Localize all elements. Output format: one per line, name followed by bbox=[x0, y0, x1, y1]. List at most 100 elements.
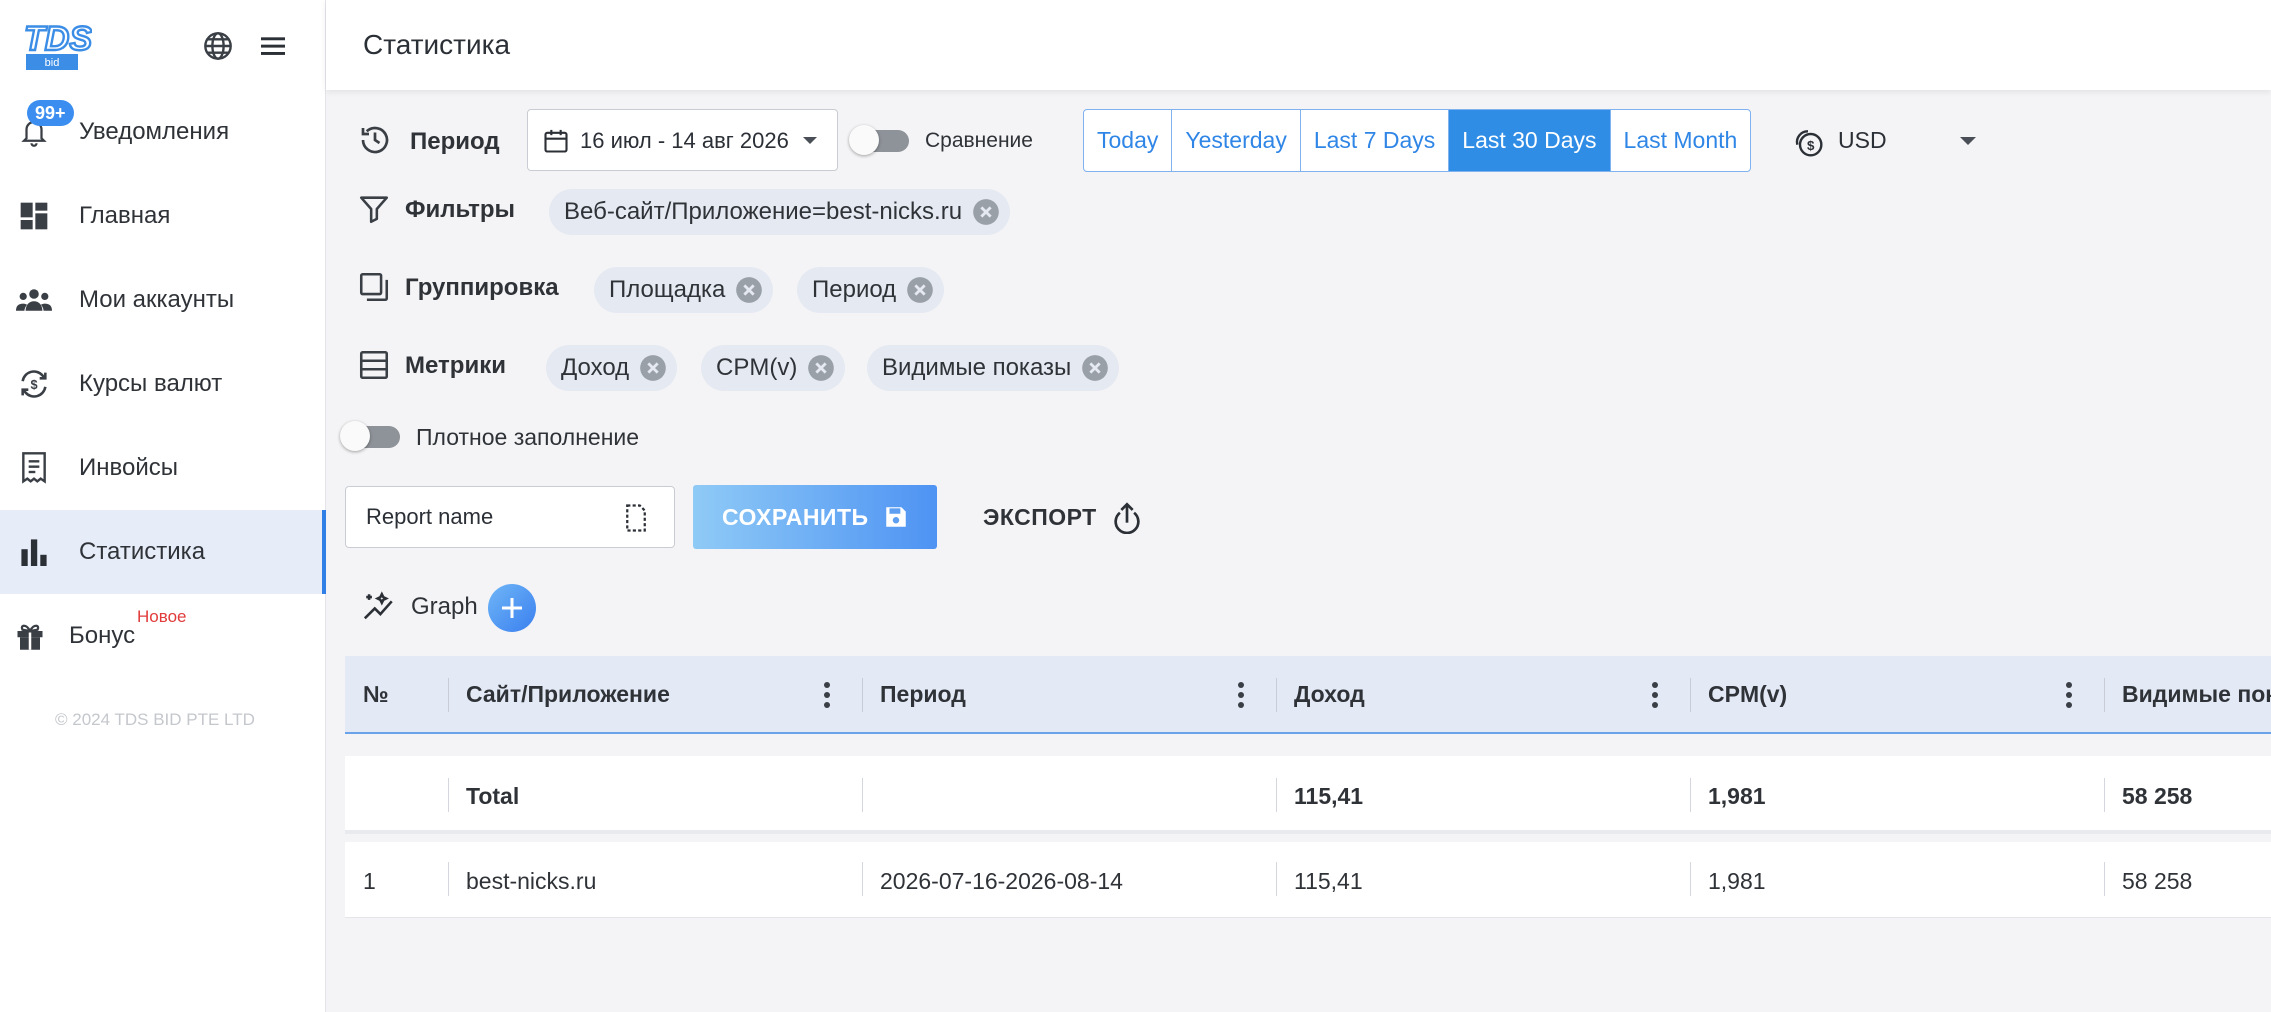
column-menu-icon[interactable] bbox=[822, 681, 832, 709]
column-header-cpm[interactable]: CPM(v) bbox=[1708, 656, 1787, 732]
sidebar: bid TDS Уведомления 99+ Главная Мои акка… bbox=[0, 0, 326, 1012]
views-cell: 58 258 bbox=[2122, 868, 2193, 894]
column-separator[interactable] bbox=[2104, 678, 2105, 712]
cell-separator bbox=[1276, 778, 1277, 812]
chevron-down-icon bbox=[1960, 137, 1976, 145]
sidebar-item-label: Курсы валют bbox=[79, 370, 223, 397]
compare-toggle[interactable] bbox=[849, 125, 909, 155]
sidebar-item-home[interactable]: Главная bbox=[0, 174, 326, 258]
column-menu-icon[interactable] bbox=[1236, 681, 1246, 709]
svg-text:$: $ bbox=[30, 377, 37, 392]
toggle-knob bbox=[340, 421, 370, 451]
column-separator[interactable] bbox=[1690, 678, 1691, 712]
metric-chip[interactable]: CPM(v) bbox=[701, 345, 846, 391]
column-header-number[interactable]: № bbox=[363, 656, 389, 732]
range-last-7-days-button[interactable]: Last 7 Days bbox=[1301, 110, 1450, 171]
chip-label: Площадка bbox=[609, 276, 726, 303]
gift-icon bbox=[12, 618, 48, 654]
sidebar-item-currency-rates[interactable]: $ Курсы валют bbox=[0, 342, 326, 426]
filters-label: Фильтры bbox=[405, 196, 516, 223]
graph-label: Graph bbox=[411, 593, 478, 620]
compare-label: Сравнение bbox=[925, 129, 1033, 152]
column-header-income[interactable]: Доход bbox=[1294, 656, 1365, 732]
sidebar-item-statistics[interactable]: Статистика bbox=[0, 510, 326, 594]
remove-chip-icon[interactable] bbox=[807, 354, 835, 382]
magic-wand-chart-icon bbox=[362, 590, 398, 626]
cpm-cell: 1,981 bbox=[1708, 868, 1766, 894]
range-last-30-days-button[interactable]: Last 30 Days bbox=[1449, 110, 1611, 171]
cell-separator bbox=[2104, 862, 2105, 896]
table-rows-icon bbox=[357, 348, 393, 384]
svg-text:bid: bid bbox=[45, 57, 60, 69]
remove-chip-icon[interactable] bbox=[972, 198, 1000, 226]
column-separator[interactable] bbox=[862, 678, 863, 712]
metric-chip[interactable]: Доход bbox=[546, 345, 678, 391]
calendar-icon bbox=[542, 127, 570, 155]
currency-select[interactable]: $ USD bbox=[1792, 124, 1980, 158]
cell-separator bbox=[862, 778, 863, 812]
period-cell: 2026-07-16-2026-08-14 bbox=[880, 868, 1123, 894]
notifications-count-badge: 99+ bbox=[27, 100, 74, 126]
dense-padding-toggle[interactable] bbox=[340, 421, 400, 451]
export-button[interactable]: ЭКСПОРТ bbox=[983, 496, 1144, 538]
hamburger-menu-icon[interactable] bbox=[257, 30, 289, 62]
cell-separator bbox=[448, 778, 449, 812]
chip-label: Видимые показы bbox=[882, 354, 1072, 381]
quick-range-group: Today Yesterday Last 7 Days Last 30 Days… bbox=[1083, 109, 1752, 172]
filter-chip[interactable]: Веб-сайт/Приложение=best-nicks.ru bbox=[549, 189, 1011, 235]
grouping-chip[interactable]: Площадка bbox=[594, 267, 774, 313]
total-views-cell: 58 258 bbox=[2122, 783, 2193, 809]
svg-text:TDS: TDS bbox=[24, 20, 92, 58]
clock-history-icon bbox=[357, 122, 393, 158]
table-header: № Сайт/Приложение Период Доход CPM(v) Ви… bbox=[345, 656, 2271, 734]
sidebar-item-label: Статистика bbox=[79, 538, 206, 565]
column-header-site[interactable]: Сайт/Приложение bbox=[466, 656, 670, 732]
range-yesterday-button[interactable]: Yesterday bbox=[1172, 110, 1301, 171]
bar-chart-icon bbox=[16, 534, 52, 570]
receipt-icon bbox=[16, 450, 52, 486]
floppy-disk-icon bbox=[883, 504, 909, 530]
date-range-value: 16 июл - 14 авг 2026 bbox=[580, 128, 789, 153]
sidebar-item-label: Бонус bbox=[69, 622, 136, 649]
remove-chip-icon[interactable] bbox=[735, 276, 763, 304]
dashboard-icon bbox=[16, 198, 52, 234]
column-separator[interactable] bbox=[1276, 678, 1277, 712]
range-last-month-button[interactable]: Last Month bbox=[1611, 110, 1751, 171]
remove-chip-icon[interactable] bbox=[639, 354, 667, 382]
metric-chip[interactable]: Видимые показы bbox=[867, 345, 1120, 391]
add-graph-button[interactable] bbox=[488, 584, 536, 632]
upload-icon bbox=[1110, 500, 1144, 535]
top-header: Статистика bbox=[326, 0, 2271, 90]
income-cell: 115,41 bbox=[1294, 868, 1363, 894]
table-row[interactable]: 1 best-nicks.ru 2026-07-16-2026-08-14 11… bbox=[345, 842, 2271, 918]
chip-label: CPM(v) bbox=[716, 354, 798, 381]
tds-bid-logo[interactable]: bid TDS bbox=[23, 14, 94, 78]
report-name-input[interactable] bbox=[346, 487, 616, 547]
document-icon bbox=[621, 503, 651, 533]
sidebar-item-label: Главная bbox=[79, 202, 171, 229]
grouping-chip[interactable]: Период bbox=[797, 267, 945, 313]
column-menu-icon[interactable] bbox=[1650, 681, 1660, 709]
users-icon bbox=[16, 282, 52, 318]
globe-icon[interactable] bbox=[202, 30, 234, 62]
sidebar-item-invoices[interactable]: Инвойсы bbox=[0, 426, 326, 510]
currency-value: USD bbox=[1838, 127, 1887, 153]
currency-exchange-icon: $ bbox=[16, 366, 52, 402]
column-header-period[interactable]: Период bbox=[880, 656, 966, 732]
report-name-field bbox=[345, 486, 675, 548]
column-menu-icon[interactable] bbox=[2064, 681, 2074, 709]
save-button[interactable]: СОХРАНИТЬ bbox=[693, 485, 937, 549]
total-cpm-cell: 1,981 bbox=[1708, 783, 1766, 809]
total-site-cell: Total bbox=[466, 783, 520, 809]
sidebar-item-accounts[interactable]: Мои аккаунты bbox=[0, 258, 326, 342]
sidebar-item-label: Инвойсы bbox=[79, 454, 178, 481]
cell-separator bbox=[2104, 778, 2105, 812]
column-header-viewable-impressions[interactable]: Видимые пок bbox=[2122, 656, 2271, 732]
column-separator[interactable] bbox=[448, 678, 449, 712]
cell-separator bbox=[1690, 862, 1691, 896]
date-range-picker[interactable]: 16 июл - 14 авг 2026 bbox=[527, 109, 838, 171]
remove-chip-icon[interactable] bbox=[1081, 354, 1109, 382]
remove-chip-icon[interactable] bbox=[906, 276, 934, 304]
range-today-button[interactable]: Today bbox=[1084, 110, 1173, 171]
chip-label: Доход bbox=[561, 354, 630, 381]
